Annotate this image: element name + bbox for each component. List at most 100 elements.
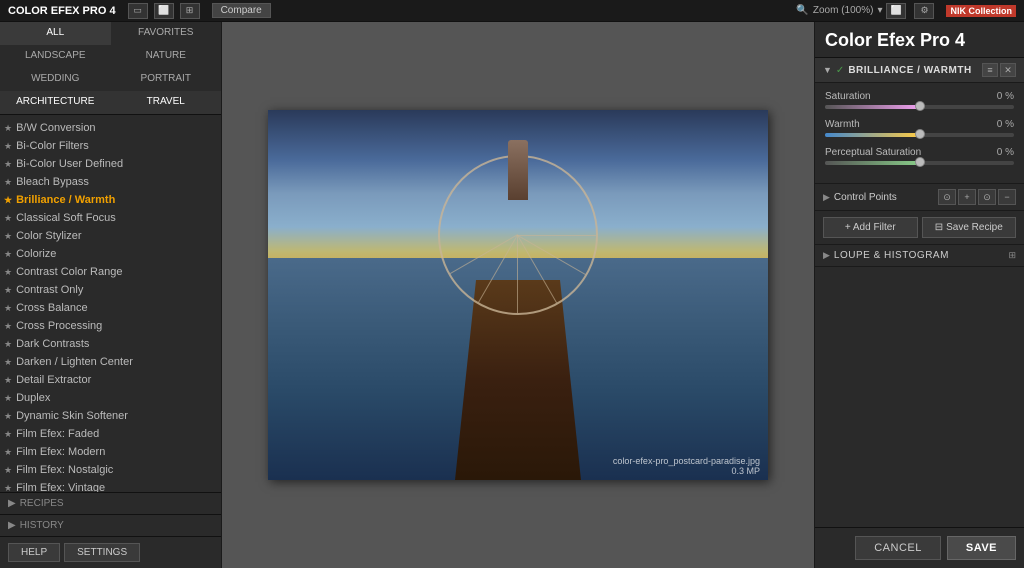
filter-label: Darken / Lighten Center xyxy=(16,356,133,368)
filter-label: Colorize xyxy=(16,248,56,260)
filter-detail-extractor[interactable]: ★ Detail Extractor xyxy=(0,371,221,389)
app-title: COLOR EFEX PRO 4 xyxy=(8,5,116,17)
tab-landscape[interactable]: LANDSCAPE xyxy=(0,45,111,68)
cp-arrow-icon[interactable]: ▶ xyxy=(823,192,830,203)
filter-dynamic-skin[interactable]: ★ Dynamic Skin Softener xyxy=(0,407,221,425)
help-button[interactable]: HELP xyxy=(8,543,60,562)
tab-architecture[interactable]: ARCHITECTURE xyxy=(0,91,111,114)
save-recipe-icon: ⊟ xyxy=(935,222,943,233)
effect-close-icon[interactable]: ✕ xyxy=(1000,63,1016,77)
nav-icon-1[interactable]: ⬜ xyxy=(886,3,906,19)
warmth-slider-track[interactable] xyxy=(825,133,1014,137)
tab-all[interactable]: ALL xyxy=(0,22,111,45)
filter-film-nostalgic[interactable]: ★ Film Efex: Nostalgic xyxy=(0,461,221,479)
settings-button[interactable]: SETTINGS xyxy=(64,543,140,562)
star-icon: ★ xyxy=(4,447,12,458)
single-view-icon[interactable]: ▭ xyxy=(128,3,148,19)
recipes-section[interactable]: ▶ RECIPES xyxy=(0,492,221,514)
saturation-row: Saturation 0 % xyxy=(825,91,1014,109)
grid-view-icon[interactable]: ⊞ xyxy=(180,3,200,19)
filter-dark-contrasts[interactable]: ★ Dark Contrasts xyxy=(0,335,221,353)
left-bottom-buttons: HELP SETTINGS xyxy=(0,536,221,568)
save-recipe-button[interactable]: ⊟ Save Recipe xyxy=(922,217,1017,238)
zoom-icon: 🔍 xyxy=(796,5,808,16)
loupe-section[interactable]: ▶ LOUPE & HISTOGRAM ⊞ xyxy=(815,245,1024,267)
category-tabs: ALL FAVORITES LANDSCAPE NATURE WEDDING P… xyxy=(0,22,221,115)
view-icons: ▭ ⬜ ⊞ xyxy=(128,3,204,19)
history-section[interactable]: ▶ HISTORY xyxy=(0,514,221,536)
perceptual-fill xyxy=(825,161,920,165)
star-icon: ★ xyxy=(4,195,12,206)
title-bold: 4 xyxy=(955,30,965,50)
main-layout: ALL FAVORITES LANDSCAPE NATURE WEDDING P… xyxy=(0,22,1024,568)
filter-contrast-only[interactable]: ★ Contrast Only xyxy=(0,281,221,299)
filter-label: Bi-Color Filters xyxy=(16,140,89,152)
zoom-arrow-icon[interactable]: ▾ xyxy=(877,5,882,16)
effect-actions: ≡ ✕ xyxy=(982,63,1016,77)
filter-label: Film Efex: Modern xyxy=(16,446,105,458)
star-icon: ★ xyxy=(4,411,12,422)
warmth-thumb[interactable] xyxy=(915,129,925,139)
filter-bleach-bypass[interactable]: ★ Bleach Bypass xyxy=(0,173,221,191)
right-spacer xyxy=(815,267,1024,527)
filter-label: Classical Soft Focus xyxy=(16,212,116,224)
effect-collapse-icon[interactable]: ▼ xyxy=(823,65,832,75)
filter-film-faded[interactable]: ★ Film Efex: Faded xyxy=(0,425,221,443)
left-panel: ALL FAVORITES LANDSCAPE NATURE WEDDING P… xyxy=(0,22,222,568)
perceptual-thumb[interactable] xyxy=(915,157,925,167)
cancel-button[interactable]: CANCEL xyxy=(855,536,941,560)
filter-bicolor-user[interactable]: ★ Bi-Color User Defined xyxy=(0,155,221,173)
filter-label: Detail Extractor xyxy=(16,374,91,386)
recipes-icon: ▶ xyxy=(8,498,16,509)
filter-colorize[interactable]: ★ Colorize xyxy=(0,245,221,263)
star-icon: ★ xyxy=(4,213,12,224)
star-icon: ★ xyxy=(4,375,12,386)
filter-cross-processing[interactable]: ★ Cross Processing xyxy=(0,317,221,335)
filter-bw-conversion[interactable]: ★ B/W Conversion xyxy=(0,119,221,137)
filter-bicolor-filters[interactable]: ★ Bi-Color Filters xyxy=(0,137,221,155)
control-points-row: ▶ Control Points ⊙ + ⊙ − xyxy=(815,184,1024,211)
add-filter-button[interactable]: + Add Filter xyxy=(823,217,918,238)
filter-color-stylizer[interactable]: ★ Color Stylizer xyxy=(0,227,221,245)
tab-nature[interactable]: NATURE xyxy=(111,45,222,68)
right-panel-title: Color Efex Pro 4 xyxy=(815,22,1024,58)
cp-add-icon[interactable]: + xyxy=(958,189,976,205)
loupe-arrow-icon: ▶ xyxy=(823,250,830,261)
cp-target-icon[interactable]: ⊙ xyxy=(938,189,956,205)
saturation-thumb[interactable] xyxy=(915,101,925,111)
tab-portrait[interactable]: PORTRAIT xyxy=(111,68,222,91)
effect-name-label: BRILLIANCE / WARMTH xyxy=(848,65,978,76)
nav-icon-2[interactable]: ⚙ xyxy=(914,3,934,19)
star-icon: ★ xyxy=(4,159,12,170)
warmth-value: 0 % xyxy=(997,119,1014,130)
tab-favorites[interactable]: FAVORITES xyxy=(111,22,222,45)
star-icon: ★ xyxy=(4,339,12,350)
wheel-spoke xyxy=(518,235,596,236)
saturation-slider-track[interactable] xyxy=(825,105,1014,109)
history-icon: ▶ xyxy=(8,520,16,531)
filter-contrast-color[interactable]: ★ Contrast Color Range xyxy=(0,263,221,281)
filter-classical-soft[interactable]: ★ Classical Soft Focus xyxy=(0,209,221,227)
nik-badge: NIK Collection xyxy=(946,5,1016,17)
cp-minus-icon[interactable]: − xyxy=(998,189,1016,205)
star-icon: ★ xyxy=(4,285,12,296)
photo-display xyxy=(268,110,768,480)
filter-duplex[interactable]: ★ Duplex xyxy=(0,389,221,407)
tab-wedding[interactable]: WEDDING xyxy=(0,68,111,91)
perceptual-slider-track[interactable] xyxy=(825,161,1014,165)
warmth-row: Warmth 0 % xyxy=(825,119,1014,137)
star-icon: ★ xyxy=(4,429,12,440)
split-view-icon[interactable]: ⬜ xyxy=(154,3,174,19)
filter-film-vintage[interactable]: ★ Film Efex: Vintage xyxy=(0,479,221,492)
compare-button[interactable]: Compare xyxy=(212,3,271,18)
filter-darken-lighten[interactable]: ★ Darken / Lighten Center xyxy=(0,353,221,371)
tab-travel[interactable]: TRAVEL xyxy=(111,91,222,114)
effect-check-icon[interactable]: ✓ xyxy=(836,65,844,76)
star-icon: ★ xyxy=(4,141,12,152)
filter-brilliance-warmth[interactable]: ★ Brilliance / Warmth xyxy=(0,191,221,209)
save-button[interactable]: SAVE xyxy=(947,536,1016,560)
cp-target2-icon[interactable]: ⊙ xyxy=(978,189,996,205)
filter-cross-balance[interactable]: ★ Cross Balance xyxy=(0,299,221,317)
effect-menu-icon[interactable]: ≡ xyxy=(982,63,998,77)
filter-film-modern[interactable]: ★ Film Efex: Modern xyxy=(0,443,221,461)
